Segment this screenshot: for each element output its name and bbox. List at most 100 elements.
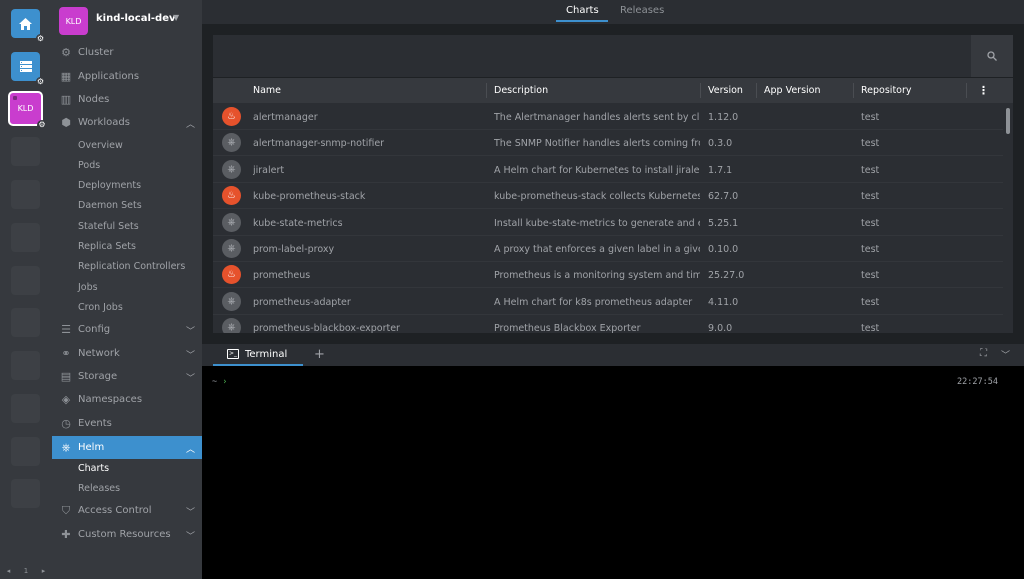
sidebar-item-nodes[interactable]: ▥ Nodes xyxy=(52,88,202,111)
sidebar-subitem-jobs[interactable]: Jobs xyxy=(78,282,98,293)
sidebar-item-label: Custom Resources xyxy=(78,529,171,540)
sidebar-item-label: Workloads xyxy=(78,117,130,128)
tab-bar: Charts Releases xyxy=(202,0,1024,24)
sidebar-item-events[interactable]: ◷ Events xyxy=(52,412,202,435)
sidebar-item-cluster[interactable]: ⚙ Cluster xyxy=(52,41,202,64)
cluster-name: kind-local-dev xyxy=(96,13,176,24)
terminal-output[interactable]: ~ › 22:27:54 xyxy=(202,366,1024,579)
sidebar-subitem-daemon-sets[interactable]: Daemon Sets xyxy=(78,200,142,211)
cell-repository: test xyxy=(861,164,880,176)
sidebar-subitem-stateful-sets[interactable]: Stateful Sets xyxy=(78,221,139,232)
table-row[interactable]: ⎈ kube-state-metrics Install kube-state-me… xyxy=(213,210,1003,236)
helm-icon: ⎈ xyxy=(222,159,241,179)
table-row[interactable]: ⎈ prom-label-proxy A proxy that enforces a… xyxy=(213,236,1003,262)
hotbar-empty-slot[interactable] xyxy=(11,394,40,423)
sidebar-item-helm[interactable]: ⎈ Helm ︿ xyxy=(52,436,202,459)
sidebar-item-access-control[interactable]: ⛉ Access Control ﹀ xyxy=(52,499,202,522)
column-divider xyxy=(756,83,757,98)
column-divider xyxy=(486,83,487,98)
table-header: Name Description Version App Version Rep… xyxy=(213,78,1013,103)
column-header-app-version[interactable]: App Version xyxy=(764,85,821,96)
tab-releases[interactable]: Releases xyxy=(620,5,664,16)
hotbar-empty-slot[interactable] xyxy=(11,308,40,337)
column-menu-icon[interactable]: ⋮ xyxy=(978,84,989,97)
hotbar-empty-slot[interactable] xyxy=(11,223,40,252)
column-header-version[interactable]: Version xyxy=(708,85,743,96)
cell-version: 0.3.0 xyxy=(708,138,733,150)
sidebar-item-label: Access Control xyxy=(78,505,152,516)
column-header-repository[interactable]: Repository xyxy=(861,85,912,96)
sidebar-item-applications[interactable]: ▦ Applications xyxy=(52,65,202,88)
prometheus-icon: ♨ xyxy=(222,107,241,126)
caret-down-icon[interactable]: ▼ xyxy=(173,13,179,22)
sidebar-item-custom-resources[interactable]: ✚ Custom Resources ﹀ xyxy=(52,523,202,546)
helm-icon: ⎈ xyxy=(61,440,71,454)
gear-icon: ⚙ xyxy=(37,120,47,130)
catalog-button[interactable]: ⚙ xyxy=(11,52,45,86)
sidebar-subitem-cron-jobs[interactable]: Cron Jobs xyxy=(78,302,123,313)
chevron-down-icon: ﹀ xyxy=(185,327,195,337)
cell-description: The SNMP Notifier handles alerts coming … xyxy=(494,138,700,150)
chevron-down-icon: ﹀ xyxy=(185,374,195,384)
sidebar-item-namespaces[interactable]: ◈ Namespaces xyxy=(52,388,202,411)
sidebar-item-config[interactable]: ☰ Config ﹀ xyxy=(52,318,202,341)
cell-name: kube-prometheus-stack xyxy=(253,191,366,203)
chevron-left-icon[interactable]: ◂ xyxy=(7,567,11,575)
nodes-icon: ▥ xyxy=(60,93,72,106)
hotbar: ⚙ ⚙ KLD ⚙ ◂ 1 ▸ xyxy=(0,0,52,579)
hotbar-cluster-label: KLD xyxy=(17,104,34,113)
cell-description: A proxy that enforces a given label in a… xyxy=(494,244,700,255)
table-row[interactable]: ⎈ prometheus-adapter A Helm chart for k8s … xyxy=(213,289,1003,315)
sidebar-item-network[interactable]: ⚭ Network ﹀ xyxy=(52,342,202,365)
sidebar: KLD kind-local-dev ▼ ⚙ Cluster ▦ Applica… xyxy=(52,0,202,579)
search-input[interactable] xyxy=(213,35,971,77)
cell-repository: test xyxy=(861,323,880,333)
column-header-name[interactable]: Name xyxy=(253,85,281,96)
sidebar-subitem-deployments[interactable]: Deployments xyxy=(78,180,141,191)
events-icon: ◷ xyxy=(61,417,71,430)
helm-icon: ⎈ xyxy=(222,291,241,311)
dock-tab-bar: >_ Terminal + ⛶ ﹀ xyxy=(202,344,1024,366)
sidebar-item-workloads[interactable]: ⬢ Workloads ︿ xyxy=(52,111,202,134)
sidebar-subitem-overview[interactable]: Overview xyxy=(78,140,123,151)
hotbar-cluster-kld[interactable]: KLD ⚙ xyxy=(8,91,47,130)
hotbar-empty-slot[interactable] xyxy=(11,351,40,380)
cell-version: 0.10.0 xyxy=(708,244,739,255)
new-tab-button[interactable]: + xyxy=(314,347,325,362)
table-row[interactable]: ⎈ jiralert A Helm chart for Kubernetes to … xyxy=(213,157,1003,183)
sidebar-subitem-charts[interactable]: Charts xyxy=(78,463,109,474)
sidebar-subitem-pods[interactable]: Pods xyxy=(78,160,100,171)
cell-repository: test xyxy=(861,138,880,150)
table-row[interactable]: ⎈ alertmanager-snmp-notifier The SNMP Noti… xyxy=(213,130,1003,157)
table-row[interactable]: ♨ prometheus Prometheus is a monitoring sy… xyxy=(213,262,1003,289)
table-row[interactable]: ⎈ prometheus-blackbox-exporter Prometheus … xyxy=(213,315,1003,333)
hotbar-empty-slot[interactable] xyxy=(11,437,40,466)
cell-version: 62.7.0 xyxy=(708,191,739,203)
sidebar-item-label: Nodes xyxy=(78,94,110,105)
table-row[interactable]: ♨ alertmanager The Alertmanager handles al… xyxy=(213,104,1003,130)
hotbar-empty-slot[interactable] xyxy=(11,266,40,295)
column-header-description[interactable]: Description xyxy=(494,85,548,96)
cluster-header[interactable]: KLD kind-local-dev ▼ xyxy=(52,0,202,40)
cell-name: prometheus xyxy=(253,270,311,282)
chevron-right-icon[interactable]: ▸ xyxy=(42,567,46,575)
sidebar-subitem-replica-sets[interactable]: Replica Sets xyxy=(78,241,136,252)
sidebar-subitem-replication-controllers[interactable]: Replication Controllers xyxy=(78,261,185,272)
home-button[interactable]: ⚙ xyxy=(11,9,45,43)
sidebar-subitem-releases[interactable]: Releases xyxy=(78,483,120,494)
hotbar-empty-slot[interactable] xyxy=(11,180,40,209)
hotbar-empty-slot[interactable] xyxy=(11,137,40,166)
tab-charts[interactable]: Charts xyxy=(566,5,599,16)
cell-version: 9.0.0 xyxy=(708,323,733,333)
cell-description: A Helm chart for Kubernetes to install j… xyxy=(494,164,700,176)
chevron-down-icon[interactable]: ﹀ xyxy=(1001,348,1010,361)
hotbar-empty-slot[interactable] xyxy=(11,479,40,508)
terminal-icon: >_ xyxy=(227,349,239,359)
tab-terminal[interactable]: >_ Terminal xyxy=(213,344,303,366)
table-row[interactable]: ♨ kube-prometheus-stack kube-prometheus-st… xyxy=(213,183,1003,210)
search-button[interactable] xyxy=(971,35,1013,77)
sidebar-item-storage[interactable]: ▤ Storage ﹀ xyxy=(52,365,202,388)
chevron-down-icon: ﹀ xyxy=(185,351,195,361)
table-scrollbar[interactable] xyxy=(1006,108,1010,134)
maximize-icon[interactable]: ⛶ xyxy=(980,348,987,359)
